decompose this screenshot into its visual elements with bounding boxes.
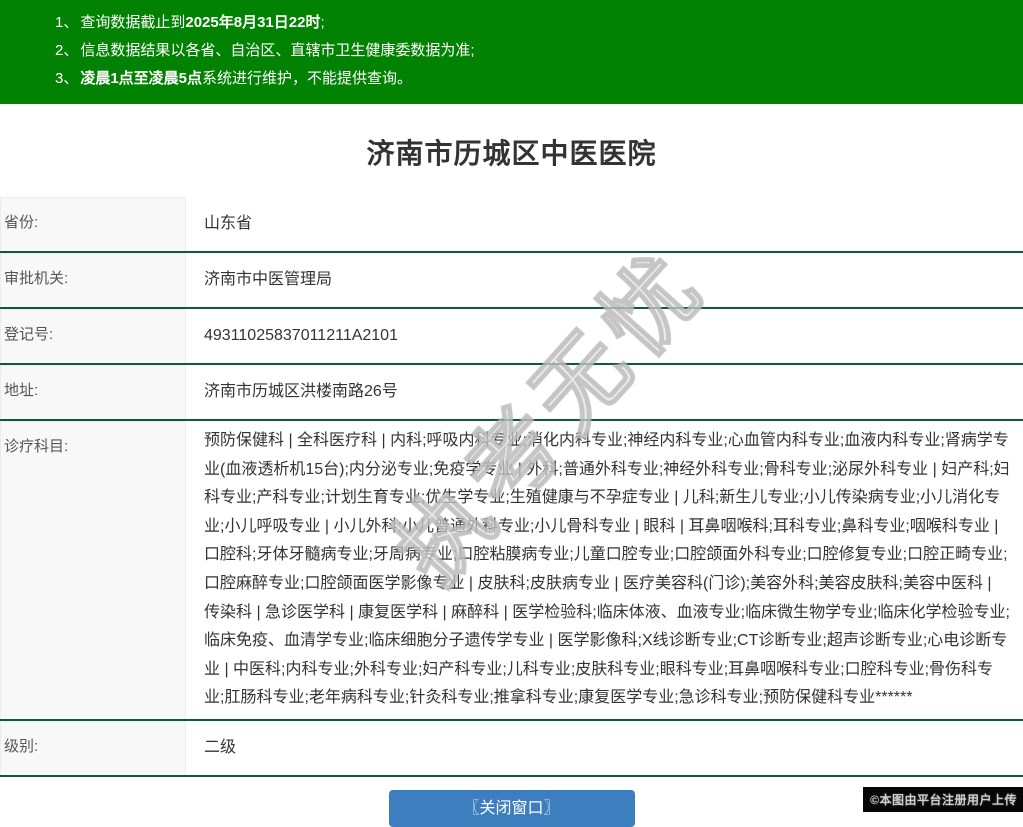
hospital-info-table: 省份: 山东省 审批机关: 济南市中医管理局 登记号: 493110258370… — [0, 197, 1023, 777]
row-value-medical-subjects: 预防保健科 | 全科医疗科 | 内科;呼吸内科专业;消化内科专业;神经内科专业;… — [186, 421, 1023, 719]
notice-text-bold: 凌晨1点至凌晨5点 — [80, 70, 202, 87]
row-label-province: 省份: — [0, 197, 186, 251]
notice-number: 3、 — [55, 70, 78, 87]
page-title: 济南市历城区中医医院 — [0, 104, 1023, 197]
row-value-address: 济南市历城区洪楼南路26号 — [186, 365, 1023, 419]
notice-number: 1、 — [55, 14, 78, 31]
table-row: 审批机关: 济南市中医管理局 — [0, 253, 1023, 309]
notice-text-bold: 2025年8月31日22时 — [185, 14, 320, 31]
row-value-approval-authority: 济南市中医管理局 — [186, 253, 1023, 307]
uploader-credit: ©本图由平台注册用户上传 — [863, 787, 1023, 812]
notice-text: 信息数据结果以各省、自治区、直辖市卫生健康委数据为准; — [80, 42, 474, 59]
table-row: 诊疗科目: 预防保健科 | 全科医疗科 | 内科;呼吸内科专业;消化内科专业;神… — [0, 421, 1023, 721]
table-row: 登记号: 49311025837011211A2101 — [0, 309, 1023, 365]
row-label-address: 地址: — [0, 365, 186, 419]
row-label-medical-subjects: 诊疗科目: — [0, 421, 186, 719]
table-row: 地址: 济南市历城区洪楼南路26号 — [0, 365, 1023, 421]
notice-text: ; — [320, 14, 324, 31]
row-label-approval-authority: 审批机关: — [0, 253, 186, 307]
notice-banner: 1、查询数据截止到2025年8月31日22时; 2、信息数据结果以各省、自治区、… — [0, 0, 1023, 104]
notice-text: 系统进行维护，不能提供查询。 — [202, 70, 412, 87]
notice-text: 查询数据截止到 — [80, 14, 185, 31]
row-value-level: 二级 — [186, 721, 1023, 775]
notice-line-1: 1、查询数据截止到2025年8月31日22时; — [55, 9, 1003, 37]
table-row: 省份: 山东省 — [0, 197, 1023, 253]
notice-number: 2、 — [55, 42, 78, 59]
notice-line-2: 2、信息数据结果以各省、自治区、直辖市卫生健康委数据为准; — [55, 37, 1003, 65]
row-value-registration-number: 49311025837011211A2101 — [186, 309, 1023, 363]
row-label-level: 级别: — [0, 721, 186, 775]
row-value-province: 山东省 — [186, 197, 1023, 251]
row-label-registration-number: 登记号: — [0, 309, 186, 363]
notice-line-3: 3、凌晨1点至凌晨5点系统进行维护，不能提供查询。 — [55, 65, 1003, 93]
table-row: 级别: 二级 — [0, 721, 1023, 777]
close-window-button[interactable]: 〖关闭窗口〗 — [389, 790, 635, 827]
